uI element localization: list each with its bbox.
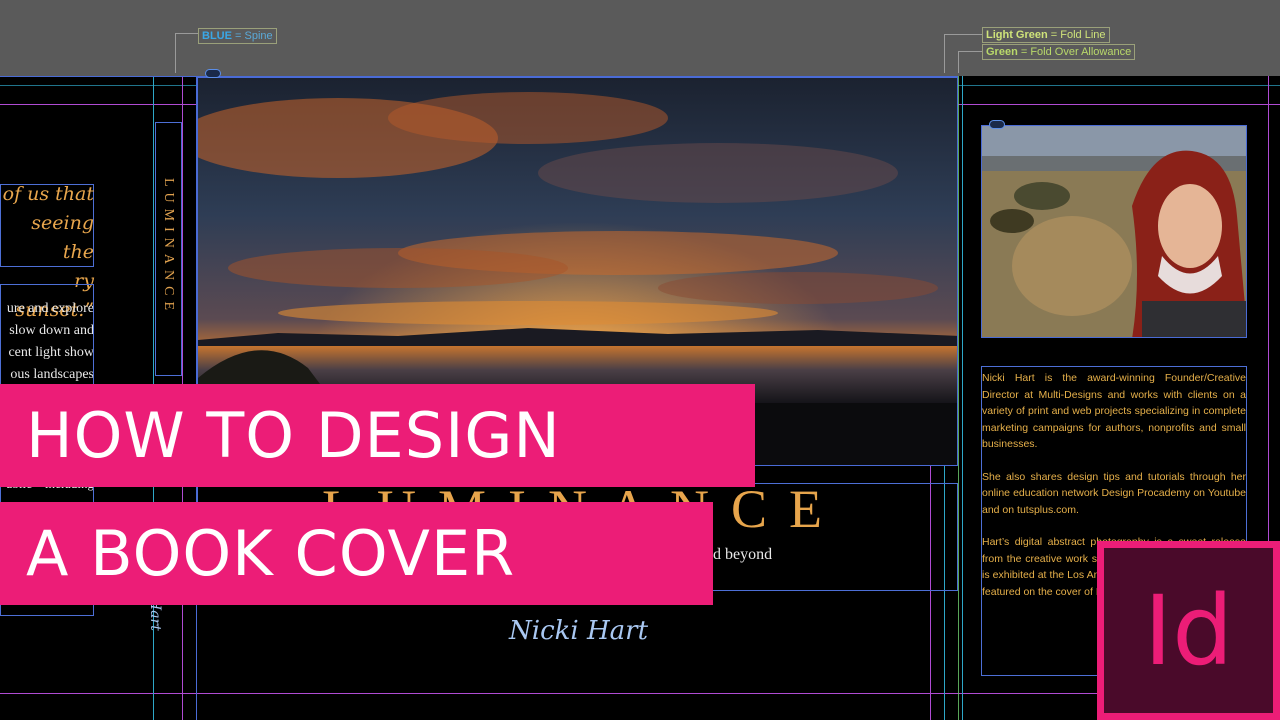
title-banner: HOW TO DESIGN: [0, 384, 755, 487]
callout-line: [944, 34, 982, 35]
fold-line-legend: Light Green = Fold Line: [982, 27, 1110, 43]
author-portrait-image: [982, 126, 1246, 337]
bio-paragraph: Nicki Hart is the award-winning Founder/…: [982, 372, 1246, 450]
indesign-logo-text: Id: [1143, 574, 1234, 687]
margin-guide: [0, 693, 1280, 694]
callout-line: [175, 33, 199, 34]
callout-line: [175, 33, 176, 73]
title-banner: A BOOK COVER: [0, 502, 713, 605]
callout-line: [944, 34, 945, 73]
bio-paragraph: She also shares design tips and tutorial…: [982, 470, 1246, 516]
link-icon[interactable]: [205, 69, 221, 78]
indesign-logo: Id: [1097, 541, 1280, 720]
banner-line-1: HOW TO DESIGN: [26, 398, 561, 472]
fold-allowance-legend: Green = Fold Over Allowance: [982, 44, 1136, 60]
fold-guide: [962, 76, 963, 720]
spine-legend: BLUE = Spine: [198, 28, 277, 44]
callout-line: [958, 51, 982, 52]
link-icon[interactable]: [989, 120, 1005, 129]
author-signature: Nicki Hart: [509, 616, 649, 646]
author-photo[interactable]: [981, 125, 1247, 338]
banner-line-2: A BOOK COVER: [26, 516, 516, 590]
callout-line: [958, 51, 959, 73]
pasteboard: BLUE = Spine Light Green = Fold Line Gre…: [0, 0, 1280, 76]
cover-subtitle: d beyond: [713, 546, 773, 563]
spine-title: LUMINANCE: [161, 178, 176, 316]
fold-allowance-guide: [958, 76, 959, 720]
